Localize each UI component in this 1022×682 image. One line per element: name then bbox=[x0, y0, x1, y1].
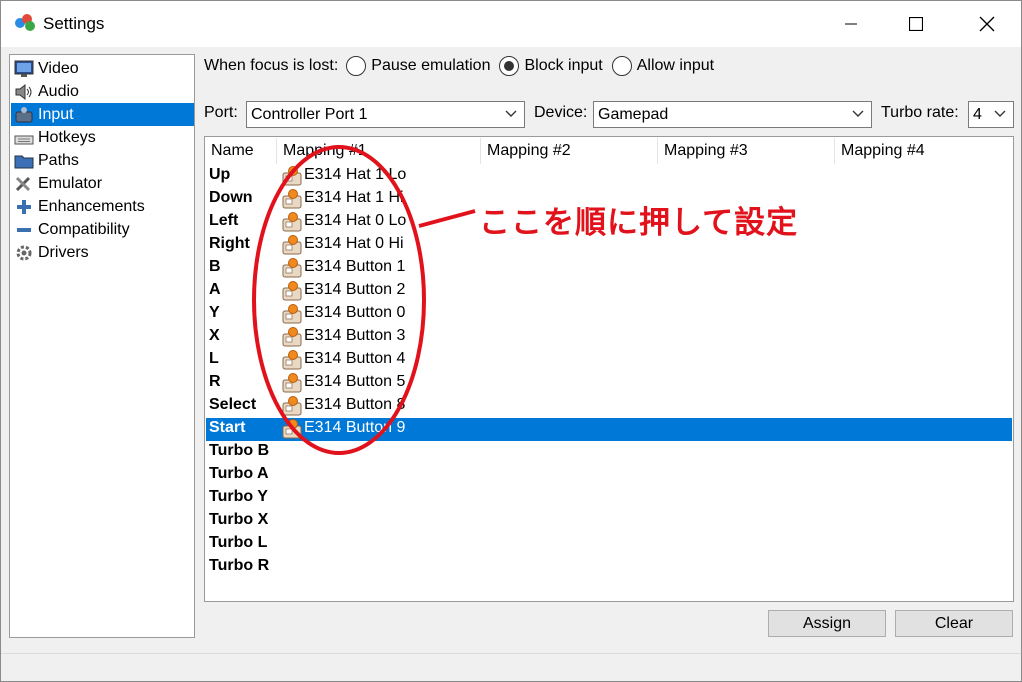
annotation-text: ここを順に押して設定 bbox=[479, 205, 799, 240]
annotation-overlay bbox=[252, 145, 476, 455]
status-bar-divider bbox=[1, 653, 1021, 654]
settings-window: Settings Video Audio Input Hotkeys Paths… bbox=[0, 0, 1022, 682]
assign-button[interactable]: Assign bbox=[768, 610, 886, 637]
annotation-ellipse bbox=[252, 145, 426, 455]
clear-button[interactable]: Clear bbox=[895, 610, 1013, 637]
annotation-pointer-line bbox=[418, 209, 476, 228]
